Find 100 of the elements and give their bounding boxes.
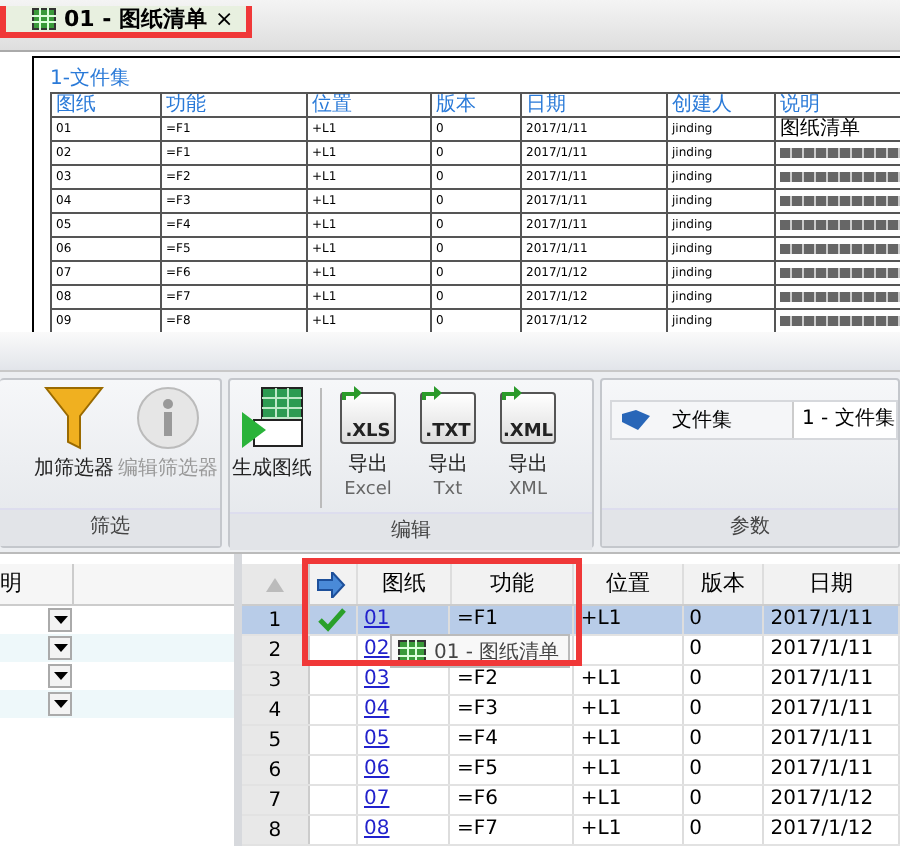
header-cell: 功能 — [162, 94, 308, 117]
dropdown-button[interactable] — [48, 692, 72, 717]
document-title: 1-文件集 — [50, 68, 132, 91]
table-cell: +L1 — [580, 758, 622, 781]
table-cell: 图纸清单 — [776, 118, 900, 141]
document-tab[interactable]: 01 - 图纸清单 × — [0, 6, 252, 38]
table-cell: 0 — [689, 698, 702, 721]
ribbon-button[interactable]: .XML 导出 XML — [488, 384, 568, 505]
check-icon — [318, 608, 347, 633]
row-number: 6 — [268, 759, 282, 782]
caret-icon — [53, 700, 67, 709]
table-cell: 2017/1/11 — [770, 608, 874, 631]
column-header[interactable]: 日期 — [764, 564, 900, 605]
table-generate-icon — [238, 384, 306, 453]
header-cell: 版本 — [432, 94, 522, 117]
header-cell: 位置 — [308, 94, 432, 117]
ribbon-button[interactable]: 生成图纸 — [230, 384, 314, 483]
ribbon-button[interactable]: .XLS 导出 Excel — [328, 384, 408, 505]
funnel-icon — [44, 384, 104, 453]
export-file-icon: .TXT — [420, 392, 476, 445]
dropdown-button[interactable] — [48, 608, 72, 633]
drawing-link[interactable]: 06 — [364, 758, 390, 781]
header-cell: 图纸 — [52, 94, 162, 117]
table-cell: +L1 — [580, 608, 622, 631]
parameter-field[interactable]: 文件集 1 - 文件集 — [610, 400, 898, 441]
table-cell: +L1 — [580, 788, 622, 811]
table-cell: +L1 — [580, 818, 622, 841]
export-file-icon: .XML — [500, 392, 556, 445]
table-cell: 2017/1/11 — [770, 758, 874, 781]
table-row[interactable]: 8 08 =F7 +L1 0 2017/1/12 — [242, 816, 900, 846]
drawing-link[interactable]: 04 — [364, 698, 390, 721]
column-header[interactable]: 图纸 — [358, 564, 452, 605]
ribbon-button[interactable]: .TXT 导出 Txt — [408, 384, 488, 505]
illegible-text — [780, 148, 900, 159]
table-row[interactable]: 6 06 =F5 +L1 0 2017/1/11 — [242, 756, 900, 787]
dropdown-button[interactable] — [48, 636, 72, 661]
table-cell: =F5 — [456, 758, 498, 781]
table-cell: +L1 — [580, 698, 622, 721]
row-number: 5 — [268, 729, 282, 752]
table-cell: =F7 — [456, 818, 498, 841]
header-cell: 创建人 — [668, 94, 776, 117]
illegible-text — [780, 316, 900, 327]
row-number: 7 — [268, 789, 282, 812]
info-icon — [134, 384, 202, 453]
drawing-link[interactable]: 02 — [364, 638, 390, 661]
table-cell: 2017/1/12 — [770, 818, 874, 841]
illegible-text — [780, 292, 900, 303]
header-cell: 日期 — [522, 94, 668, 117]
row-number: 2 — [268, 639, 282, 662]
table-row[interactable]: 5 05 =F4 +L1 0 2017/1/11 — [242, 726, 900, 757]
row-number: 8 — [268, 819, 282, 842]
table-row[interactable]: 4 04 =F3 +L1 0 2017/1/11 — [242, 696, 900, 727]
table-cell: =F2 — [456, 668, 498, 691]
row-number: 1 — [268, 609, 282, 632]
illegible-text — [780, 220, 900, 231]
drawing-link[interactable]: 01 — [364, 608, 390, 631]
column-header[interactable]: 版本 — [683, 564, 765, 605]
export-file-icon: .XLS — [340, 392, 396, 445]
table-cell: =F1 — [456, 608, 498, 631]
table-row[interactable]: 7 07 =F6 +L1 0 2017/1/12 — [242, 786, 900, 817]
table-cell: =F6 — [456, 788, 498, 811]
caret-icon — [53, 616, 67, 625]
illegible-text — [780, 244, 900, 255]
column-header: 明 — [0, 564, 74, 605]
table-cell: 2017/1/12 — [770, 788, 874, 811]
caret-icon — [53, 672, 67, 681]
drawing-link[interactable]: 03 — [364, 668, 390, 691]
drawing-link[interactable]: 08 — [364, 818, 390, 841]
header-cell: 说明 — [776, 94, 900, 117]
row-number: 3 — [268, 669, 282, 692]
ribbon-group: 加筛选器 编辑筛选器 筛选 — [0, 378, 222, 549]
table-cell: 0 — [689, 728, 702, 751]
table-cell: 0 — [689, 638, 702, 661]
table-cell: 2017/1/11 — [770, 638, 874, 661]
table-cell: 0 — [689, 758, 702, 781]
spreadsheet-icon — [32, 8, 56, 30]
table-cell: 0 — [689, 668, 702, 691]
drawing-link[interactable]: 05 — [364, 728, 390, 751]
arrow-icon — [316, 571, 349, 598]
table-cell: 0 — [689, 788, 702, 811]
close-button[interactable]: × — [215, 6, 234, 32]
table-row[interactable]: 1 01 =F1 +L1 0 2017/1/11 — [242, 606, 900, 637]
table-cell: 2017/1/11 — [770, 728, 874, 751]
ribbon-group: 生成图纸 .XLS 导出 Excel .TXT 导出 Txt .XML 导出 XML 编辑 — [228, 378, 594, 549]
drawing-link[interactable]: 07 — [364, 788, 390, 811]
table-cell: 2017/1/11 — [770, 668, 874, 691]
illegible-text — [780, 172, 900, 183]
table-cell: 0 — [689, 818, 702, 841]
ribbon-group: 文件集 1 - 文件集 参数 — [600, 378, 900, 549]
column-header[interactable]: 位置 — [574, 564, 684, 605]
table-cell: 0 — [689, 608, 702, 631]
illegible-text — [780, 268, 900, 279]
tab-label: 01 - 图纸清单 — [64, 6, 208, 32]
illegible-text — [780, 196, 900, 207]
column-header[interactable]: 功能 — [451, 564, 575, 605]
table-cell: =F4 — [456, 728, 498, 751]
ribbon-button[interactable]: 加筛选器 — [32, 384, 116, 483]
dropdown-button[interactable] — [48, 664, 72, 689]
sort-icon — [265, 577, 284, 592]
caret-icon — [53, 644, 67, 653]
